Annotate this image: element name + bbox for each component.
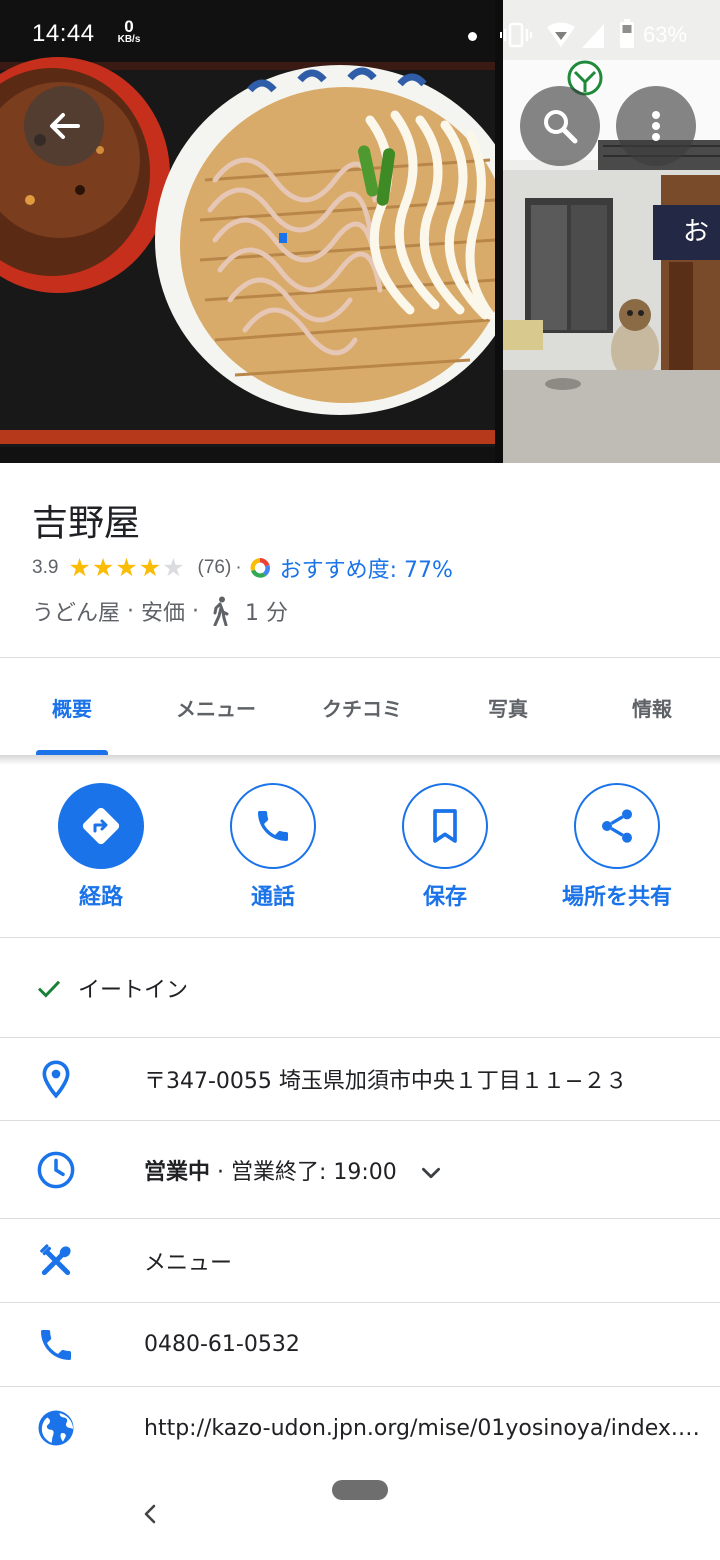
search-button[interactable] xyxy=(520,86,600,166)
place-category: うどん屋 xyxy=(32,601,121,626)
directions-circle xyxy=(58,783,144,869)
notification-dot-icon xyxy=(468,32,477,41)
hours-row[interactable]: 営業中 · 営業終了: 19:00 xyxy=(0,1121,720,1218)
location-pin-icon xyxy=(32,1055,80,1103)
open-status: 営業中 xyxy=(144,1159,211,1185)
phone-icon xyxy=(32,1321,80,1369)
address-row[interactable]: 〒347-0055 埼玉県加須市中央１丁目１１−２３ xyxy=(0,1038,720,1120)
call-circle xyxy=(230,783,316,869)
phone-row[interactable]: 0480-61-0532 xyxy=(0,1303,720,1386)
clock: 14:44 xyxy=(32,20,95,47)
closing-time: · 営業終了: 19:00 xyxy=(210,1159,397,1185)
clock-icon xyxy=(32,1146,80,1194)
tab-bar-shadow xyxy=(0,755,720,765)
network-speed-unit: KB/s xyxy=(117,34,141,45)
status-icons xyxy=(500,19,634,48)
star-filled-icon: ★ xyxy=(68,553,91,582)
nav-back-icon[interactable] xyxy=(136,1496,164,1532)
star-filled-icon: ★ xyxy=(115,553,138,582)
chevron-down-icon[interactable] xyxy=(418,1160,444,1186)
tab-bar: 概要 メニュー クチコミ 写真 情報 xyxy=(0,660,720,755)
recommend-score-link[interactable]: おすすめ度: 77% xyxy=(280,552,453,584)
star-empty-icon: ★ xyxy=(162,553,185,582)
directions-button[interactable]: 経路 xyxy=(16,783,186,913)
system-nav-bar xyxy=(0,1466,720,1560)
address-text: 〒347-0055 埼玉県加須市中央１丁目１１−２３ xyxy=(144,1069,628,1094)
save-button[interactable]: 保存 xyxy=(360,783,530,913)
walk-time: 1 分 xyxy=(245,601,289,626)
battery-icon xyxy=(620,19,634,48)
tab-overview[interactable]: 概要 xyxy=(0,660,144,755)
arrow-back-icon xyxy=(50,113,80,139)
separator-dot: · xyxy=(235,557,242,578)
divider xyxy=(0,657,720,658)
place-meta: うどん屋 · 安価 · 1 分 xyxy=(32,593,288,629)
share-icon xyxy=(602,809,632,843)
dine-in-row: イートイン xyxy=(0,938,720,1037)
back-button[interactable] xyxy=(24,86,104,166)
status-bar: 14:44 0 KB/s 63% xyxy=(0,0,720,70)
search-icon xyxy=(544,110,578,144)
bookmark-icon xyxy=(433,809,457,843)
globe-icon xyxy=(32,1404,80,1452)
tab-menu[interactable]: メニュー xyxy=(144,660,288,755)
place-title: 吉野屋 xyxy=(32,503,141,544)
google-logo-icon xyxy=(250,558,270,578)
more-vert-icon xyxy=(652,111,660,141)
network-speed: 0 KB/s xyxy=(112,18,146,45)
save-label: 保存 xyxy=(422,885,467,910)
walking-icon xyxy=(213,596,229,626)
save-circle xyxy=(402,783,488,869)
menu-link: メニュー xyxy=(144,1250,233,1276)
star-filled-icon: ★ xyxy=(91,553,115,582)
dine-in-label: イートイン xyxy=(78,977,189,1003)
rating-stars: ★ ★ ★ ★ ★ xyxy=(68,553,185,582)
tab-reviews[interactable]: クチコミ xyxy=(288,660,436,755)
more-options-button[interactable] xyxy=(616,86,696,166)
battery-percent: 63% xyxy=(643,22,688,47)
website-link: http://kazo-udon.jpn.org/mise/01yosinoya… xyxy=(144,1415,700,1441)
review-count: (76) xyxy=(197,557,232,578)
share-button[interactable]: 場所を共有 xyxy=(532,783,702,913)
network-speed-value: 0 xyxy=(124,17,134,36)
vibrate-icon xyxy=(500,22,532,48)
wifi-icon xyxy=(547,22,575,47)
star-filled-icon: ★ xyxy=(138,553,162,582)
check-icon xyxy=(30,964,68,1012)
separator-dot: · xyxy=(185,598,200,624)
rating-value: 3.9 xyxy=(32,557,59,578)
menu-row[interactable]: メニュー xyxy=(0,1219,720,1302)
phone-icon xyxy=(258,811,288,841)
price-level: 安価 xyxy=(141,601,186,626)
hero-photos: お 14:44 0 KB/s 63% xyxy=(0,0,720,463)
phone-number: 0480-61-0532 xyxy=(144,1332,300,1357)
separator-dot: · xyxy=(120,598,141,624)
directions-label: 経路 xyxy=(78,885,123,910)
signal-icon xyxy=(582,24,604,48)
call-button[interactable]: 通話 xyxy=(188,783,358,913)
directions-icon xyxy=(82,807,120,845)
svg-text:お: お xyxy=(683,217,709,247)
tab-info[interactable]: 情報 xyxy=(580,660,720,755)
restaurant-icon xyxy=(32,1237,80,1285)
home-pill-button[interactable] xyxy=(332,1480,388,1500)
call-label: 通話 xyxy=(250,885,295,910)
tab-photos[interactable]: 写真 xyxy=(436,660,580,755)
hours-text: 営業中 · 営業終了: 19:00 xyxy=(144,1154,444,1186)
share-label: 場所を共有 xyxy=(561,885,672,910)
share-circle xyxy=(574,783,660,869)
rating-row[interactable]: 3.9 ★ ★ ★ ★ ★ (76) · おすすめ度: 77% xyxy=(32,552,453,584)
website-row[interactable]: http://kazo-udon.jpn.org/mise/01yosinoya… xyxy=(0,1387,720,1469)
